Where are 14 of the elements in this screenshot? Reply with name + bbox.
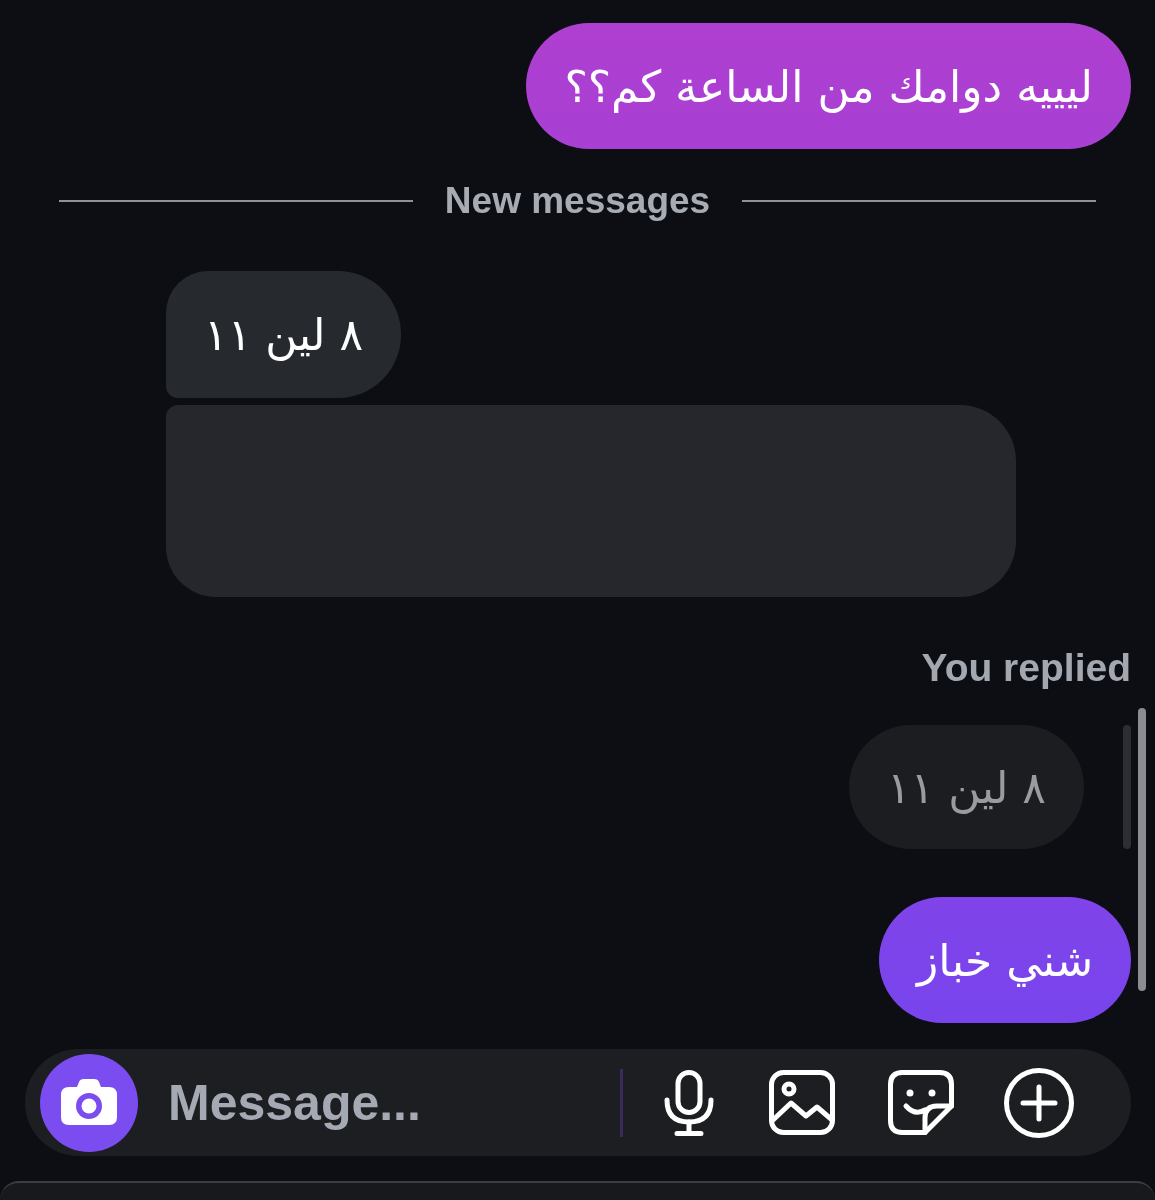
text-cursor — [620, 1068, 623, 1137]
microphone-icon[interactable] — [664, 1069, 714, 1136]
sent-message-bubble: ليييه دوامك من الساعة كم؟؟ — [526, 23, 1131, 149]
new-messages-label: New messages — [444, 181, 711, 221]
sticker-icon[interactable] — [888, 1070, 954, 1136]
message-input[interactable]: Message... — [168, 1070, 608, 1135]
received-message-bubble: ٨ لين ١١ — [166, 271, 402, 398]
plus-icon[interactable] — [1004, 1067, 1074, 1138]
reply-label: You replied — [921, 645, 1131, 691]
camera-icon — [61, 1078, 117, 1125]
camera-button[interactable] — [40, 1053, 138, 1152]
sent-message-bubble: شني خباز — [879, 897, 1131, 1023]
image-icon[interactable] — [769, 1070, 835, 1136]
quoted-message-bubble: ٨ لين ١١ — [848, 725, 1084, 849]
